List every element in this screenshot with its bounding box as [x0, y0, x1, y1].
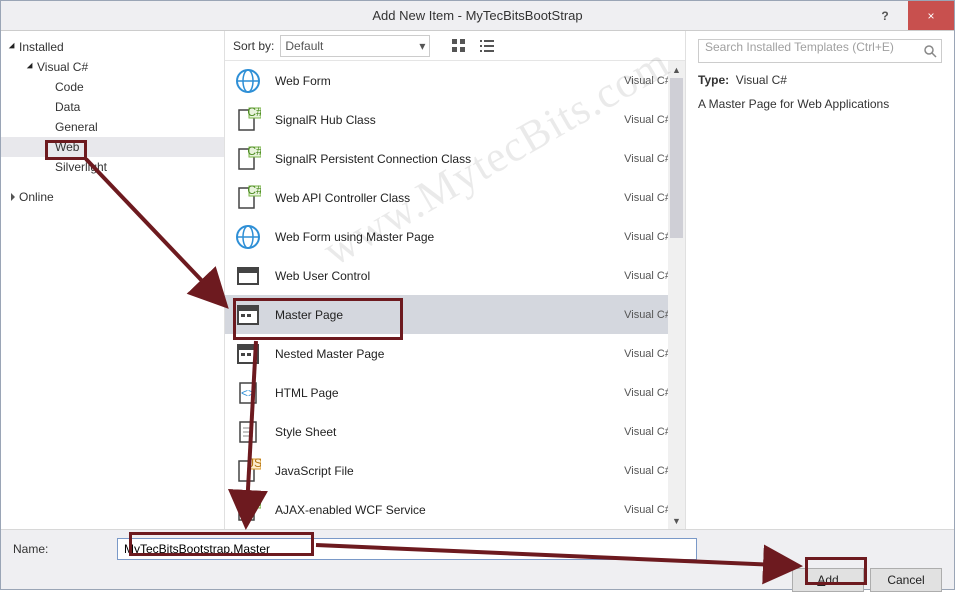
csfile-icon: C#: [233, 495, 263, 525]
chevron-down-icon: ▾: [419, 39, 425, 53]
template-row[interactable]: Web Form using Master PageVisual C#: [225, 217, 685, 256]
template-label: Web Form: [275, 74, 612, 88]
tree-node-installed[interactable]: Installed: [1, 37, 224, 57]
template-label: Web User Control: [275, 269, 612, 283]
jsfile-icon: JS: [233, 456, 263, 486]
template-row[interactable]: Style SheetVisual C#: [225, 412, 685, 451]
template-row[interactable]: C#SignalR Persistent Connection ClassVis…: [225, 139, 685, 178]
type-value: Visual C#: [736, 73, 787, 87]
tree-node-code[interactable]: Code: [1, 77, 224, 97]
chevron-down-icon: [9, 43, 17, 51]
scrollbar-thumb[interactable]: [670, 78, 683, 238]
svg-text:<>: <>: [241, 386, 255, 400]
tree-label: Installed: [19, 40, 64, 54]
tree-node-online[interactable]: Online: [1, 187, 224, 207]
csfile-icon: C#: [233, 183, 263, 213]
chevron-right-icon: [11, 193, 15, 201]
search-placeholder: Search Installed Templates (Ctrl+E): [705, 40, 894, 54]
name-row: Name:: [13, 538, 942, 560]
template-label: AJAX-enabled WCF Service: [275, 503, 612, 517]
svg-text:JS: JS: [248, 458, 261, 470]
svg-text:C#: C#: [247, 497, 261, 509]
window-controls: ? ×: [862, 1, 954, 30]
name-input[interactable]: [117, 538, 697, 560]
template-label: Style Sheet: [275, 425, 612, 439]
button-row: Add Cancel: [13, 568, 942, 592]
scrollbar-vertical[interactable]: ▲ ▼: [668, 61, 685, 529]
svg-text:C#: C#: [247, 146, 261, 158]
template-row[interactable]: Web FormVisual C#: [225, 61, 685, 100]
type-line: Type: Visual C#: [698, 73, 942, 87]
template-label: Web Form using Master Page: [275, 230, 612, 244]
tree-label: Visual C#: [37, 60, 88, 74]
template-row[interactable]: C#Web API Controller ClassVisual C#: [225, 178, 685, 217]
sortby-label: Sort by:: [233, 39, 274, 53]
svg-text:C#: C#: [247, 185, 261, 197]
category-tree: Installed Visual C# Code Data General We…: [1, 31, 225, 529]
scroll-up-arrow-icon[interactable]: ▲: [668, 61, 685, 78]
csfile-icon: C#: [233, 105, 263, 135]
search-input[interactable]: Search Installed Templates (Ctrl+E): [698, 39, 942, 63]
add-button-rest: dd: [825, 573, 838, 587]
template-label: SignalR Hub Class: [275, 113, 612, 127]
template-label: Web API Controller Class: [275, 191, 612, 205]
list-toolbar: Sort by: Default ▾: [225, 31, 685, 61]
titlebar: Add New Item - MyTecBitsBootStrap ? ×: [1, 1, 954, 31]
tree-node-silverlight[interactable]: Silverlight: [1, 157, 224, 177]
template-row[interactable]: JSJavaScript FileVisual C#: [225, 451, 685, 490]
html-icon: <>: [233, 378, 263, 408]
sortby-dropdown[interactable]: Default ▾: [280, 35, 430, 57]
type-label: Type:: [698, 73, 729, 87]
template-row[interactable]: <>HTML PageVisual C#: [225, 373, 685, 412]
description-text: A Master Page for Web Applications: [698, 97, 942, 111]
template-label: Master Page: [275, 308, 612, 322]
tree-node-web[interactable]: Web: [1, 137, 224, 157]
tree-node-general[interactable]: General: [1, 117, 224, 137]
globe-icon: [233, 222, 263, 252]
template-row[interactable]: Master PageVisual C#: [225, 295, 685, 334]
tree-node-visual-cs[interactable]: Visual C#: [1, 57, 224, 77]
template-row[interactable]: Web User ControlVisual C#: [225, 256, 685, 295]
svg-text:C#: C#: [247, 107, 261, 119]
template-list: Web FormVisual C#C#SignalR Hub ClassVisu…: [225, 61, 685, 529]
tree-label: Online: [19, 190, 54, 204]
view-medium-icons-button[interactable]: [448, 35, 470, 57]
template-row[interactable]: C#AJAX-enabled WCF ServiceVisual C#: [225, 490, 685, 529]
template-label: HTML Page: [275, 386, 612, 400]
bottom-bar: Name: Add Cancel: [1, 529, 954, 589]
name-label: Name:: [13, 542, 103, 556]
search-icon: [923, 44, 937, 61]
close-button[interactable]: ×: [908, 1, 954, 30]
chevron-down-icon: [27, 63, 35, 71]
sortby-value: Default: [285, 39, 323, 53]
tree-node-data[interactable]: Data: [1, 97, 224, 117]
doc-icon: [233, 417, 263, 447]
template-label: SignalR Persistent Connection Class: [275, 152, 612, 166]
details-pane: Search Installed Templates (Ctrl+E) Type…: [686, 31, 954, 529]
view-details-button[interactable]: [476, 35, 498, 57]
template-list-pane: Sort by: Default ▾ Web FormVisual C# C# Si…: [225, 31, 686, 529]
globe-icon: [233, 66, 263, 96]
help-button[interactable]: ?: [862, 1, 908, 30]
add-button[interactable]: Add: [792, 568, 864, 592]
template-row[interactable]: Nested Master PageVisual C#: [225, 334, 685, 373]
cancel-button[interactable]: Cancel: [870, 568, 942, 592]
master-icon: [233, 300, 263, 330]
scroll-down-arrow-icon[interactable]: ▼: [668, 512, 685, 529]
template-label: JavaScript File: [275, 464, 612, 478]
window-title: Add New Item - MyTecBitsBootStrap: [1, 8, 954, 23]
master-icon: [233, 339, 263, 369]
control-icon: [233, 261, 263, 291]
template-row[interactable]: C#SignalR Hub ClassVisual C#: [225, 100, 685, 139]
template-label: Nested Master Page: [275, 347, 612, 361]
csfile-icon: C#: [233, 144, 263, 174]
